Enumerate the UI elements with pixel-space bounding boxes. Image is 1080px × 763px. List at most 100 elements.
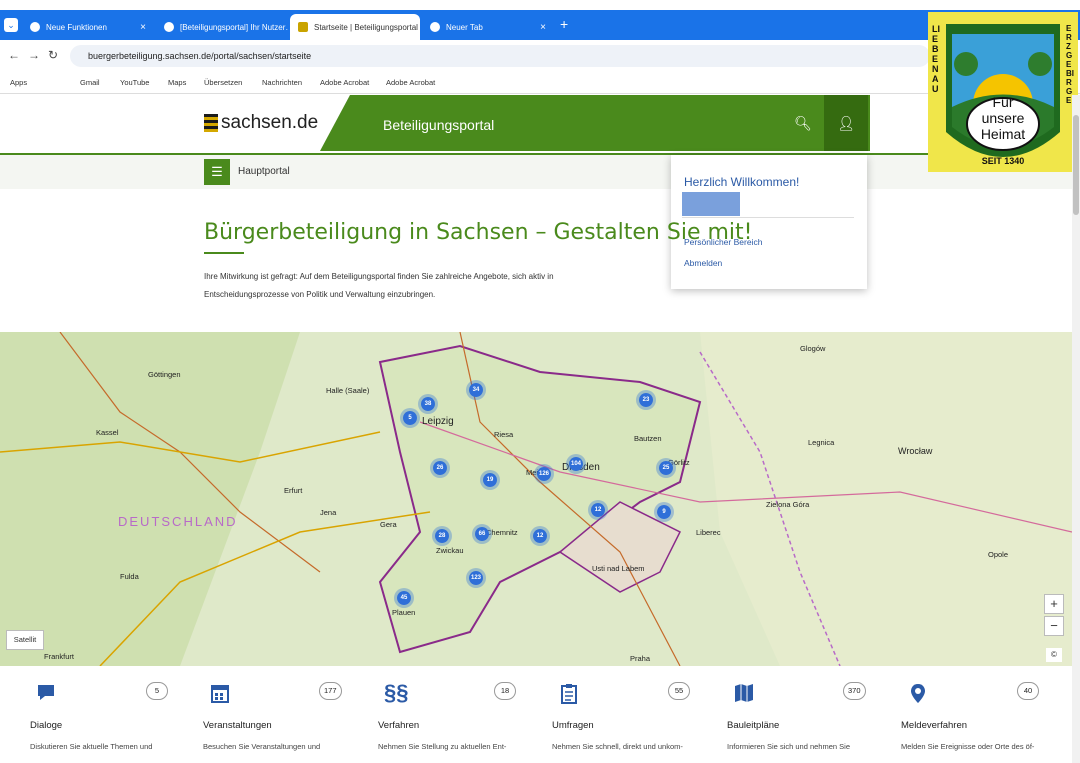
- badge-emblem: [946, 24, 1060, 157]
- logout-link[interactable]: Abmelden: [684, 258, 722, 268]
- close-icon[interactable]: ×: [534, 22, 546, 33]
- forward-icon[interactable]: →: [28, 48, 40, 62]
- category-count: 18: [494, 682, 516, 700]
- map-background: [0, 332, 1072, 666]
- reload-icon[interactable]: ↻: [48, 48, 58, 62]
- participation-map[interactable]: DEUTSCHLAND Leipzig Dresden Chemnitz Zwi…: [0, 332, 1072, 666]
- scrollbar-thumb[interactable]: [1073, 115, 1079, 215]
- map-cluster-marker[interactable]: 23: [636, 390, 656, 410]
- map-cluster-marker[interactable]: 5: [400, 408, 420, 428]
- browser-tab-strip: ⌄ Neue Funktionen × [Beteiligungsportal] …: [0, 10, 1080, 40]
- map-cluster-marker[interactable]: 45: [394, 588, 414, 608]
- new-tab-button[interactable]: +: [560, 16, 568, 32]
- calendar-icon: [209, 682, 231, 704]
- pin-icon: [907, 682, 929, 704]
- map-city-label: Usti nad Labem: [592, 564, 645, 573]
- map-cluster-marker[interactable]: 12: [588, 500, 608, 520]
- category-count: 370: [843, 682, 866, 700]
- favicon-icon: [430, 22, 440, 32]
- intro-text-line-1: Ihre Mitwirkung ist gefragt: Auf dem Bet…: [204, 272, 554, 281]
- map-cluster-marker[interactable]: 26: [430, 458, 450, 478]
- close-icon[interactable]: ×: [134, 22, 146, 33]
- bookmark-acrobat[interactable]: Adobe Acrobat: [320, 78, 369, 87]
- map-city-label: Legnica: [808, 438, 835, 447]
- bookmark-acrobat-2[interactable]: Adobe Acrobat: [386, 78, 435, 87]
- category-count: 40: [1017, 682, 1039, 700]
- map-cluster-marker[interactable]: 126: [534, 464, 554, 484]
- map-city-label: Kassel: [96, 428, 119, 437]
- back-icon[interactable]: ←: [8, 48, 20, 62]
- browser-tab[interactable]: Neue Funktionen ×: [22, 14, 154, 40]
- category-description: Besuchen Sie Veranstaltungen und: [203, 742, 321, 751]
- map-cluster-marker[interactable]: 28: [432, 526, 452, 546]
- page-scrollbar[interactable]: [1072, 95, 1080, 763]
- map-city-label: Jena: [320, 508, 337, 517]
- map-cluster-marker[interactable]: 19: [480, 470, 500, 490]
- browser-tab[interactable]: [Beteiligungsportal] Ihr Nutzer…×: [156, 14, 288, 40]
- category-count: 55: [668, 682, 690, 700]
- portal-title[interactable]: Beteiligungsportal: [383, 117, 494, 133]
- zoom-in-button[interactable]: +: [1044, 594, 1064, 614]
- map-city-label: Halle (Saale): [326, 386, 370, 395]
- category-description: Melden Sie Ereignisse oder Orte des öf-: [901, 742, 1035, 751]
- category-description: Nehmen Sie schnell, direkt und unkom-: [552, 742, 683, 751]
- map-cluster-marker[interactable]: 104: [566, 454, 586, 474]
- main-portal-link[interactable]: Hauptportal: [238, 166, 290, 177]
- bookmark-apps[interactable]: Apps: [10, 78, 27, 87]
- map-city-label: Glogów: [800, 344, 826, 353]
- badge-year: SEIT 1340: [981, 156, 1025, 166]
- category-description: Diskutieren Sie aktuelle Themen und: [30, 742, 153, 751]
- copyright-icon[interactable]: ©: [1046, 648, 1062, 662]
- search-button[interactable]: 🔍︎: [782, 95, 824, 151]
- map-city-label: Liberec: [696, 528, 721, 537]
- map-icon: [733, 682, 755, 704]
- logo-text: sachsen.de: [221, 112, 319, 133]
- map-cluster-marker[interactable]: 12: [530, 526, 550, 546]
- bookmarks-bar: Apps Gmail YouTube Maps Übersetzen Nachr…: [0, 72, 1080, 94]
- user-menu-greeting: Herzlich Willkommen!: [684, 175, 800, 189]
- favicon-icon: [298, 22, 308, 32]
- hamburger-menu-button[interactable]: ☰: [204, 159, 230, 185]
- map-cluster-marker[interactable]: 9: [654, 502, 674, 522]
- satellite-toggle[interactable]: Satellit: [6, 630, 44, 650]
- category-title: Umfragen: [552, 720, 594, 731]
- search-icon: 🔍︎: [794, 115, 812, 131]
- map-cluster-marker[interactable]: 123: [466, 568, 486, 588]
- badge-line-2: unsere: [981, 110, 1025, 126]
- tab-label: Startseite | Beteiligungsportal S…: [314, 22, 420, 32]
- tab-label: Neuer Tab: [446, 22, 483, 32]
- bookmark-youtube[interactable]: YouTube: [120, 78, 149, 87]
- browser-tab-active[interactable]: Startseite | Beteiligungsportal S…×: [290, 14, 420, 40]
- category-title: Dialoge: [30, 720, 63, 731]
- coat-of-arms-icon: [204, 114, 218, 132]
- user-menu-divider: [682, 217, 854, 218]
- badge-line-3: Heimat: [980, 126, 1026, 142]
- map-city-label: Plauen: [392, 608, 416, 617]
- map-cluster-marker[interactable]: 34: [466, 380, 486, 400]
- tab-label: [Beteiligungsportal] Ihr Nutzer…: [180, 22, 288, 32]
- address-bar[interactable]: buergerbeteiligung.sachsen.de/portal/sac…: [70, 45, 930, 67]
- map-city-label: Zielona Góra: [766, 500, 810, 509]
- map-country-label: DEUTSCHLAND: [118, 514, 238, 529]
- map-city-label: Frankfurt: [44, 652, 75, 661]
- map-cluster-marker[interactable]: 25: [656, 458, 676, 478]
- url-text: buergerbeteiligung.sachsen.de/portal/sac…: [88, 51, 312, 61]
- bookmark-news[interactable]: Nachrichten: [262, 78, 302, 87]
- map-city-label: Riesa: [494, 430, 514, 439]
- paragraph-icon: §§: [384, 680, 409, 705]
- bookmark-translate[interactable]: Übersetzen: [204, 78, 242, 87]
- tab-search-icon[interactable]: ⌄: [4, 18, 18, 32]
- map-cluster-marker[interactable]: 38: [418, 394, 438, 414]
- user-button[interactable]: 👤︎: [824, 95, 868, 151]
- category-description: Nehmen Sie Stellung zu aktuellen Ent-: [378, 742, 507, 751]
- category-title: Bauleitpläne: [727, 720, 780, 731]
- bookmark-maps[interactable]: Maps: [168, 78, 186, 87]
- sachsen-logo[interactable]: sachsen.de: [204, 112, 318, 134]
- zoom-out-button[interactable]: −: [1044, 616, 1064, 636]
- map-cluster-marker[interactable]: 66: [472, 524, 492, 544]
- category-title: Veranstaltungen: [203, 720, 272, 731]
- map-city-label: Praha: [630, 654, 651, 663]
- browser-tab[interactable]: Neuer Tab ×: [422, 14, 554, 40]
- bookmark-gmail[interactable]: Gmail: [80, 78, 100, 87]
- sub-navigation: ☰ Hauptportal: [0, 153, 1080, 189]
